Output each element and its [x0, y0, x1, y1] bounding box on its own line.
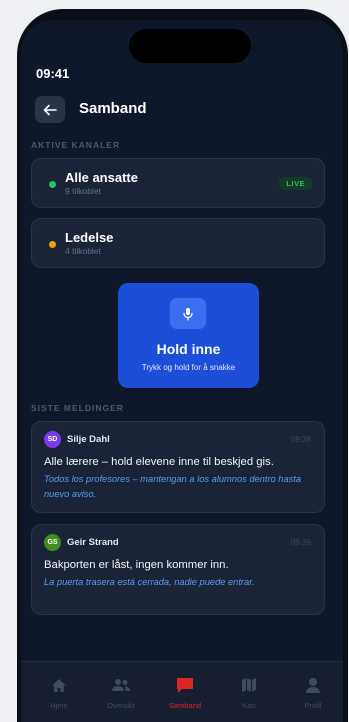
tab-profil[interactable]: Profil: [287, 662, 339, 722]
dynamic-island: [129, 29, 251, 63]
status-dot: [49, 181, 56, 188]
avatar: SD: [44, 431, 61, 448]
sender-name: Geir Strand: [67, 537, 119, 548]
channels-section-label: AKTIVE KANALER: [31, 140, 121, 150]
page-title: Samband: [79, 100, 147, 117]
avatar: GS: [44, 534, 61, 551]
message-text: Alle lærere – hold elevene inne til besk…: [44, 456, 274, 468]
channel-ledelse[interactable]: Ledelse 4 tilkoblet: [31, 218, 325, 268]
message-time: 09:38: [290, 435, 311, 444]
back-button[interactable]: [35, 96, 65, 123]
channel-alle-ansatte[interactable]: Alle ansatte 9 tilkoblet LIVE: [31, 158, 325, 208]
sender-name: Silje Dahl: [67, 434, 110, 445]
ptt-title: Hold inne: [156, 341, 221, 357]
status-dot: [49, 241, 56, 248]
message-card[interactable]: SD Silje Dahl 09:38 Alle lærere – hold e…: [31, 421, 325, 513]
microphone-icon: [183, 307, 193, 321]
message-card[interactable]: GS Geir Strand 09:39 Bakporten er låst, …: [31, 524, 325, 615]
users-icon: [112, 679, 130, 691]
channel-name: Ledelse: [65, 230, 114, 245]
message-translation: La puerta trasera está cerrada, nadie pu…: [44, 577, 255, 587]
arrow-left-icon: [43, 104, 57, 115]
messages-section-label: SISTE MELDINGER: [31, 403, 124, 413]
home-icon: [52, 678, 66, 692]
tab-label: Hjem: [50, 701, 68, 710]
message-time: 09:39: [290, 538, 311, 547]
live-badge: LIVE: [279, 177, 312, 190]
tab-kart[interactable]: Kart: [223, 662, 275, 722]
tab-label: Profil: [304, 701, 322, 710]
map-icon: [242, 678, 256, 692]
push-to-talk-button[interactable]: Hold inne Trykk og hold for å snakke: [118, 283, 259, 388]
tab-samband[interactable]: Samband: [159, 662, 211, 722]
channel-count: 9 tilkoblet: [65, 186, 101, 196]
header: Samband: [21, 96, 343, 126]
tab-bar: Hjem Oversikt Samband Kart Profil: [21, 661, 343, 722]
channel-count: 4 tilkoblet: [65, 246, 101, 256]
tab-hjem[interactable]: Hjem: [33, 662, 85, 722]
status-time: 09:41: [36, 66, 70, 81]
tab-label: Kart: [242, 701, 256, 710]
chat-icon: [177, 677, 193, 693]
message-translation: Todos los profesores – mantengan a los a…: [44, 474, 302, 499]
app-screen: 09:41 Samband AKTIVE KANALER Alle ansatt…: [21, 20, 343, 722]
message-text: Bakporten er låst, ingen kommer inn.: [44, 559, 229, 571]
ptt-subtitle: Trykk og hold for å snakke: [141, 363, 236, 372]
tab-oversikt[interactable]: Oversikt: [95, 662, 147, 722]
profile-icon: [306, 677, 320, 693]
microphone-icon-container: [170, 298, 206, 329]
tab-label: Oversikt: [107, 701, 135, 710]
tab-label: Samband: [168, 701, 202, 710]
channel-name: Alle ansatte: [65, 170, 138, 185]
